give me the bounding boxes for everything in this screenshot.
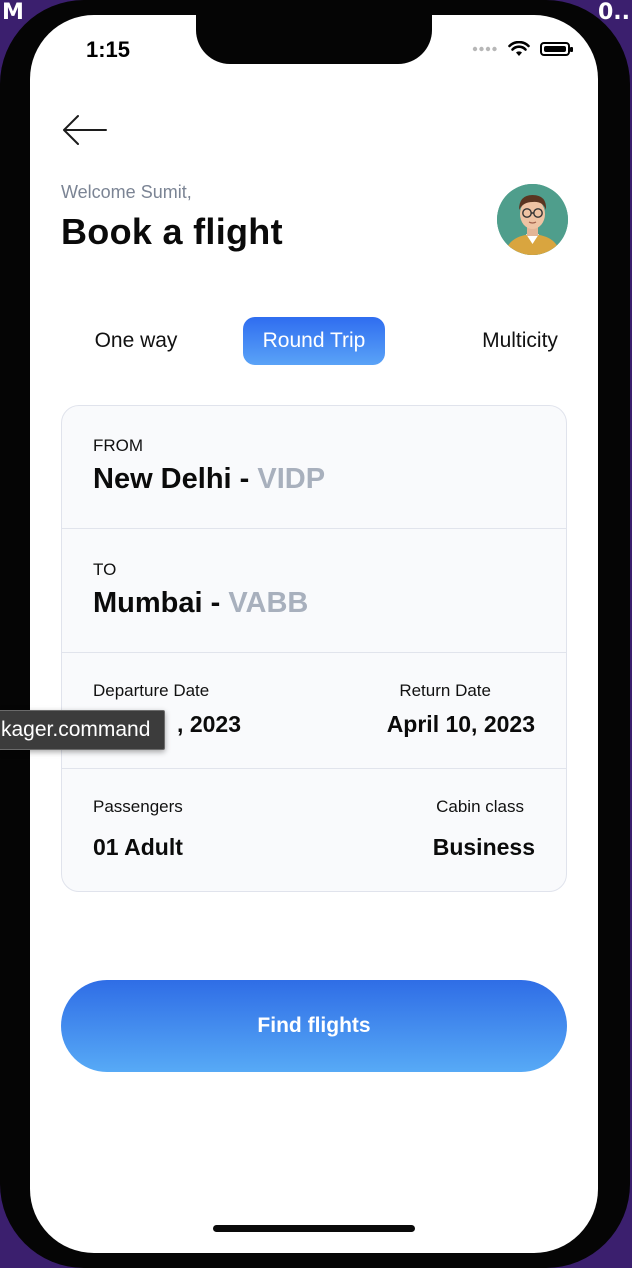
cellular-signal-icon bbox=[472, 46, 497, 52]
tab-one-way[interactable]: One way bbox=[76, 317, 196, 365]
tooltip: kager.command bbox=[0, 710, 166, 750]
device-notch bbox=[196, 15, 432, 64]
phone-frame: 1:15 Welcome Sumit, Book a flight One wa… bbox=[0, 0, 630, 1268]
to-field[interactable]: TO Mumbai - VABB bbox=[62, 529, 566, 653]
cabin-class-label: Cabin class bbox=[436, 797, 524, 816]
passengers-label: Passengers bbox=[93, 797, 183, 816]
cabin-class-value[interactable]: Business bbox=[433, 834, 535, 861]
user-avatar-illustration bbox=[497, 184, 568, 255]
travellers-row: Passengers 01 Adult Cabin class Business bbox=[62, 769, 566, 891]
page-title: Book a flight bbox=[61, 211, 283, 252]
status-icons bbox=[472, 41, 573, 57]
desktop-corner-text-left: M bbox=[2, 0, 24, 25]
departure-date-label: Departure Date bbox=[93, 681, 210, 700]
booking-form-card: FROM New Delhi - VIDP TO Mumbai - VABB D… bbox=[61, 405, 567, 892]
tab-round-trip[interactable]: Round Trip bbox=[243, 317, 385, 365]
passengers-value[interactable]: 01 Adult bbox=[93, 834, 183, 861]
from-value: New Delhi - VIDP bbox=[93, 463, 325, 496]
to-label: TO bbox=[93, 560, 117, 579]
back-arrow-icon[interactable] bbox=[60, 113, 108, 147]
trip-type-tabs: One way Round Trip Multicity bbox=[60, 317, 568, 367]
tab-multicity[interactable]: Multicity bbox=[460, 317, 580, 365]
from-field[interactable]: FROM New Delhi - VIDP bbox=[62, 406, 566, 529]
app-screen: 1:15 Welcome Sumit, Book a flight One wa… bbox=[30, 15, 598, 1253]
welcome-text: Welcome Sumit, bbox=[61, 182, 192, 202]
wifi-icon bbox=[508, 41, 530, 56]
return-date-value[interactable]: April 10, 2023 bbox=[387, 711, 535, 738]
battery-icon bbox=[540, 42, 573, 56]
home-indicator[interactable] bbox=[213, 1225, 415, 1232]
from-label: FROM bbox=[93, 436, 144, 455]
status-time: 1:15 bbox=[86, 37, 131, 62]
to-value: Mumbai - VABB bbox=[93, 587, 308, 620]
from-airport-code: VIDP bbox=[257, 463, 326, 495]
to-airport-code: VABB bbox=[228, 587, 309, 619]
return-date-label: Return Date bbox=[399, 681, 491, 700]
find-flights-button[interactable]: Find flights bbox=[61, 980, 567, 1072]
from-city: New Delhi - bbox=[93, 463, 250, 495]
to-city: Mumbai - bbox=[93, 587, 221, 619]
avatar[interactable] bbox=[497, 184, 568, 255]
